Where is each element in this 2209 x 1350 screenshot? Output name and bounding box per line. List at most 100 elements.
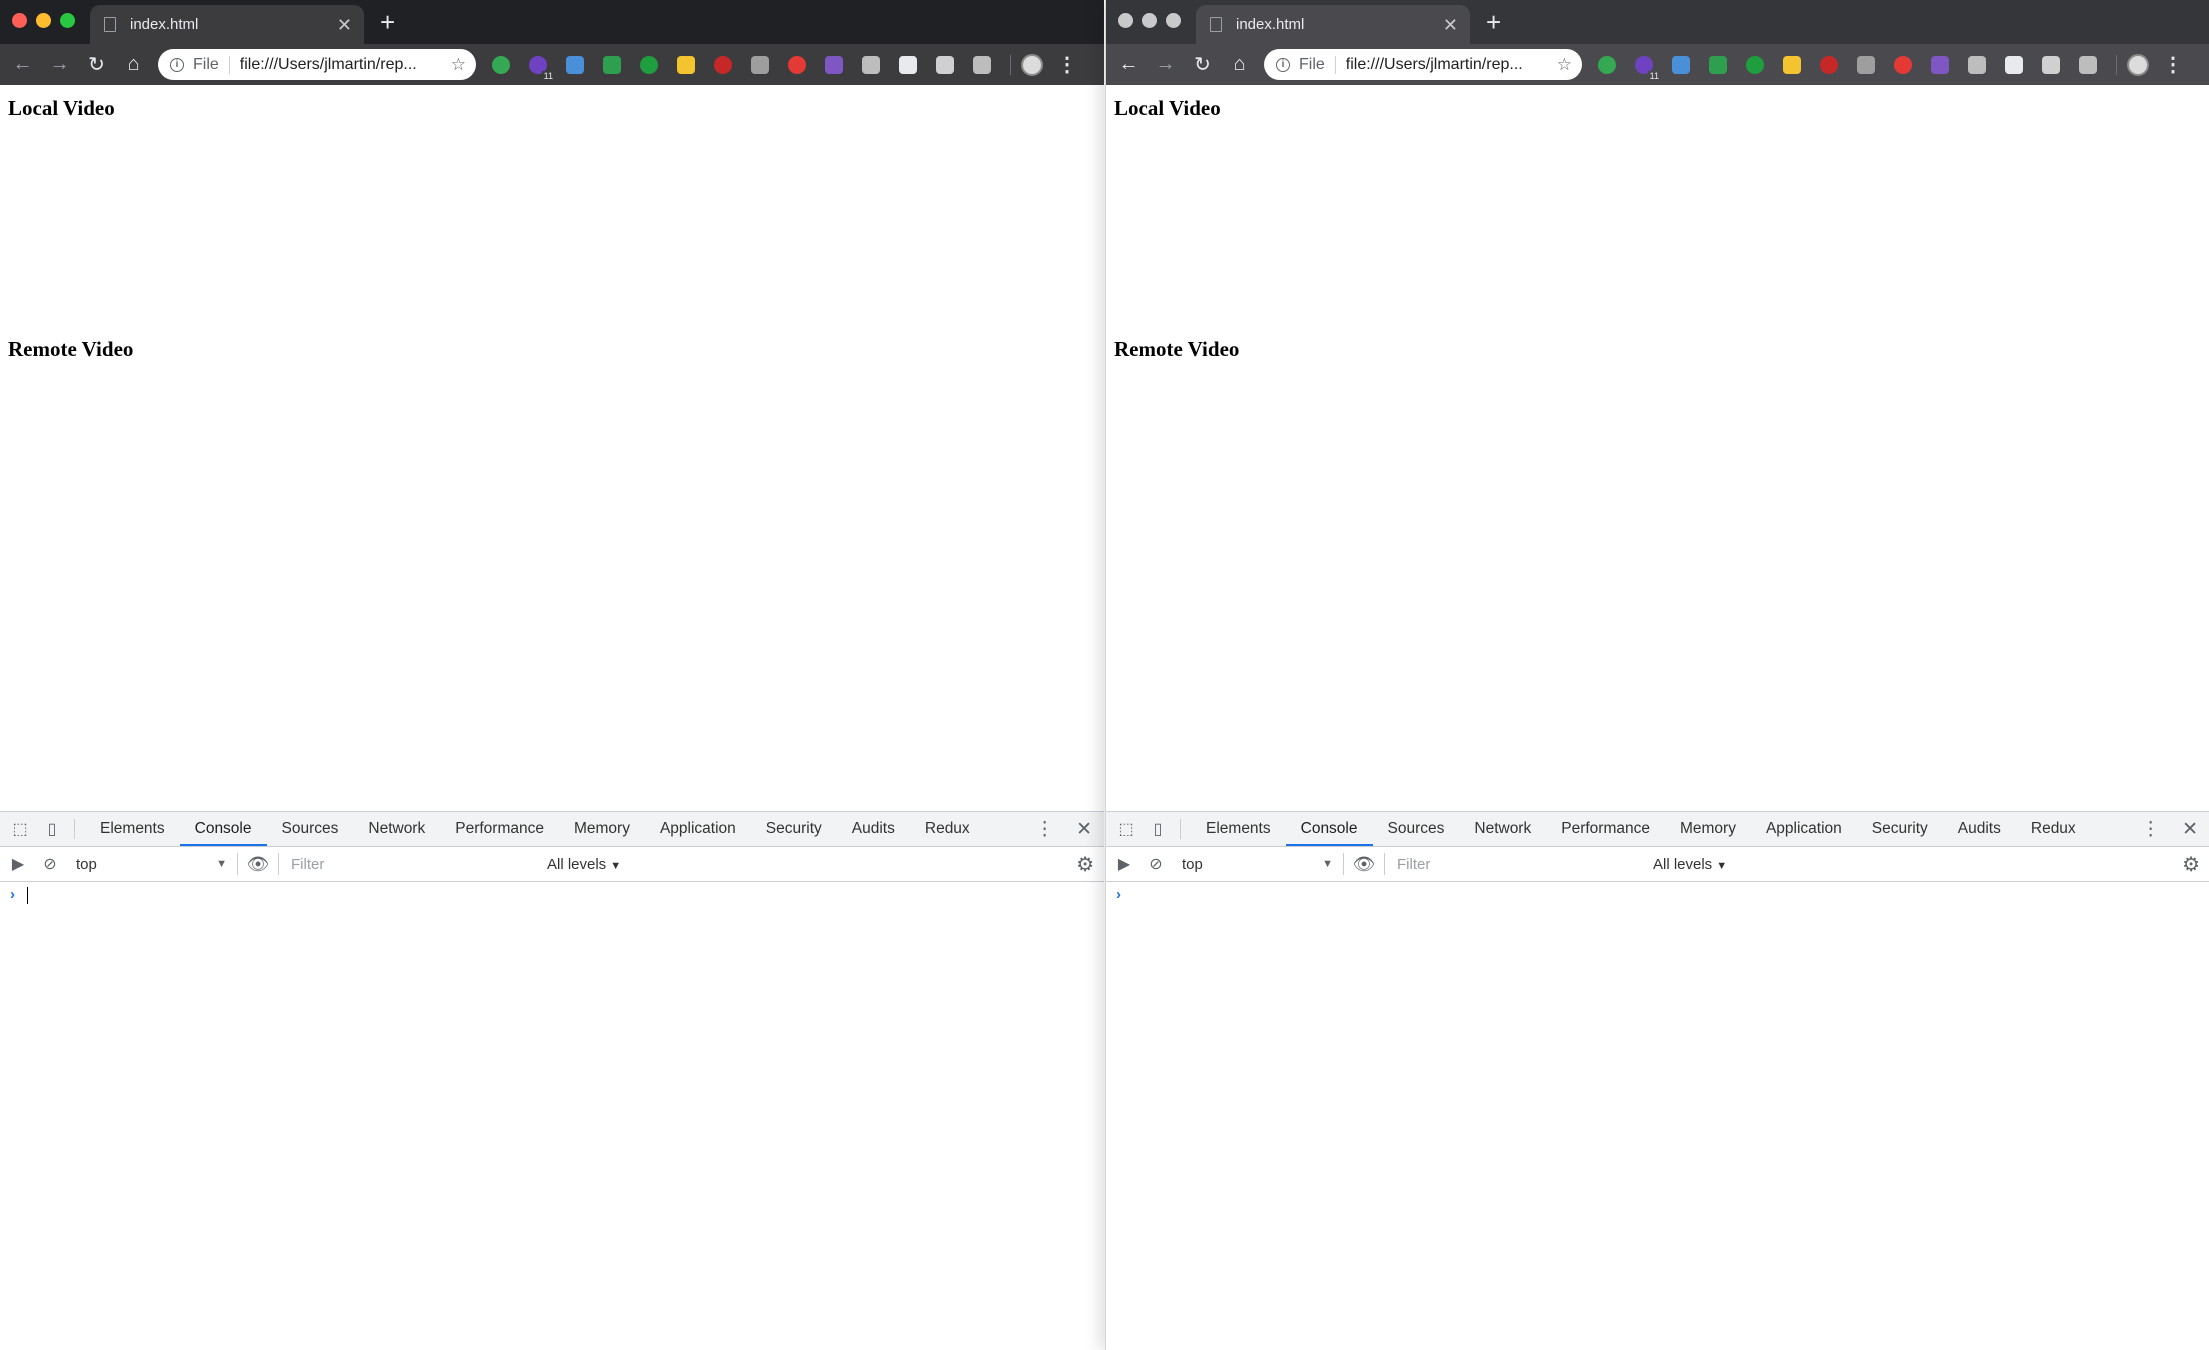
extension-icon[interactable] (603, 55, 621, 74)
close-tab-icon[interactable]: ✕ (1443, 16, 1458, 34)
close-window-button[interactable] (12, 13, 27, 28)
new-tab-button[interactable]: + (1486, 9, 1501, 35)
bookmark-star-icon[interactable]: ☆ (1557, 55, 1572, 75)
extension-icon[interactable] (862, 55, 880, 74)
devtools-tab-console[interactable]: Console (179, 812, 267, 846)
extension-icon[interactable] (1820, 55, 1838, 74)
devtools-tab-performance[interactable]: Performance (1546, 812, 1665, 846)
minimize-window-button[interactable] (36, 13, 51, 28)
devtools-tab-memory[interactable]: Memory (1665, 812, 1751, 846)
extension-icon[interactable] (899, 55, 917, 74)
device-toolbar-icon[interactable]: ▯ (36, 819, 68, 839)
reload-icon[interactable]: ↻ (78, 52, 115, 77)
extension-icon[interactable] (1894, 55, 1912, 74)
devtools-menu-icon[interactable]: ⋮ (2141, 818, 2160, 841)
devtools-menu-icon[interactable]: ⋮ (1035, 818, 1054, 841)
devtools-tab-redux[interactable]: Redux (910, 812, 985, 846)
back-arrow-icon[interactable]: ← (4, 53, 41, 76)
devtools-tab-network[interactable]: Network (353, 812, 440, 846)
sidebar-toggle-icon[interactable]: ▶ (2, 854, 34, 874)
url-text[interactable]: file:///Users/jlmartin/rep... (1346, 56, 1557, 74)
devtools-tab-application[interactable]: Application (645, 812, 751, 846)
extension-icon[interactable] (640, 55, 658, 74)
extension-icon[interactable] (1746, 55, 1764, 74)
extension-icon[interactable] (1672, 55, 1690, 74)
devtools-tab-sources[interactable]: Sources (1373, 812, 1460, 846)
live-expression-eye-icon[interactable]: 👁 (1344, 853, 1385, 875)
sidebar-toggle-icon[interactable]: ▶ (1108, 854, 1140, 874)
inspect-element-icon[interactable]: ⬚ (1110, 819, 1142, 839)
maximize-window-button[interactable] (1166, 13, 1181, 28)
devtools-tab-performance[interactable]: Performance (440, 812, 559, 846)
extension-icon[interactable] (973, 55, 991, 74)
devtools-tab-console[interactable]: Console (1285, 812, 1373, 846)
devtools-tab-sources[interactable]: Sources (267, 812, 354, 846)
extension-icon[interactable] (1968, 55, 1986, 74)
forward-arrow-icon[interactable]: → (1147, 53, 1184, 76)
devtools-tab-memory[interactable]: Memory (559, 812, 645, 846)
inspect-element-icon[interactable]: ⬚ (4, 819, 36, 839)
maximize-window-button[interactable] (60, 13, 75, 28)
extension-icon[interactable] (1783, 55, 1801, 74)
minimize-window-button[interactable] (1142, 13, 1157, 28)
profile-avatar[interactable] (2127, 53, 2149, 76)
devtools-tab-audits[interactable]: Audits (1943, 812, 2016, 846)
extension-icon[interactable] (751, 55, 769, 74)
devtools-tab-redux[interactable]: Redux (2016, 812, 2091, 846)
console-input-area[interactable]: › (0, 882, 1104, 1342)
new-tab-button[interactable]: + (380, 9, 395, 35)
close-devtools-icon[interactable]: ✕ (1076, 818, 1092, 841)
extension-icon[interactable]: 11 (529, 55, 555, 81)
home-icon[interactable]: ⌂ (115, 53, 152, 76)
extension-icon[interactable] (788, 55, 806, 74)
log-levels-dropdown[interactable]: All levels ▼ (1653, 856, 1727, 873)
clear-console-icon[interactable]: ⊘ (1140, 854, 1172, 874)
profile-avatar[interactable] (1021, 53, 1043, 76)
extension-icon[interactable] (2079, 55, 2097, 74)
devtools-tab-application[interactable]: Application (1751, 812, 1857, 846)
forward-arrow-icon[interactable]: → (41, 53, 78, 76)
extension-icon[interactable] (1709, 55, 1727, 74)
log-levels-dropdown[interactable]: All levels ▼ (547, 856, 621, 873)
devtools-tab-network[interactable]: Network (1459, 812, 1546, 846)
browser-tab[interactable]: index.html ✕ (90, 5, 364, 44)
context-select[interactable]: top ▼ (66, 853, 238, 875)
address-bar[interactable]: i File file:///Users/jlmartin/rep... ☆ (158, 49, 476, 80)
browser-tab[interactable]: index.html ✕ (1196, 5, 1470, 44)
extension-icon[interactable] (714, 55, 732, 74)
close-window-button[interactable] (1118, 13, 1133, 28)
address-bar[interactable]: i File file:///Users/jlmartin/rep... ☆ (1264, 49, 1582, 80)
context-select[interactable]: top ▼ (1172, 853, 1344, 875)
devtools-tab-elements[interactable]: Elements (1191, 812, 1286, 846)
console-settings-gear-icon[interactable]: ⚙ (1076, 852, 1094, 877)
live-expression-eye-icon[interactable]: 👁 (238, 853, 279, 875)
menu-kebab-icon[interactable]: ⋮ (2163, 52, 2183, 77)
extension-icon[interactable] (566, 55, 584, 74)
devtools-tab-elements[interactable]: Elements (85, 812, 180, 846)
extension-icon[interactable] (936, 55, 954, 74)
console-filter-input[interactable] (1393, 853, 1647, 875)
console-settings-gear-icon[interactable]: ⚙ (2182, 852, 2200, 877)
extension-icon[interactable] (1931, 55, 1949, 74)
extension-icon[interactable] (1857, 55, 1875, 74)
menu-kebab-icon[interactable]: ⋮ (1057, 52, 1077, 77)
clear-console-icon[interactable]: ⊘ (34, 854, 66, 874)
extension-icon[interactable]: 11 (1635, 55, 1661, 81)
extension-icon[interactable] (825, 55, 843, 74)
close-devtools-icon[interactable]: ✕ (2182, 818, 2198, 841)
devtools-tab-security[interactable]: Security (751, 812, 837, 846)
console-input-area[interactable]: › (1106, 882, 2209, 1342)
url-text[interactable]: file:///Users/jlmartin/rep... (240, 56, 451, 74)
extension-icon[interactable] (492, 55, 510, 74)
extension-icon[interactable] (677, 55, 695, 74)
close-tab-icon[interactable]: ✕ (337, 16, 352, 34)
info-icon[interactable]: i (170, 57, 184, 72)
extension-icon[interactable] (2042, 55, 2060, 74)
devtools-tab-audits[interactable]: Audits (837, 812, 910, 846)
extension-icon[interactable] (2005, 55, 2023, 74)
bookmark-star-icon[interactable]: ☆ (451, 55, 466, 75)
home-icon[interactable]: ⌂ (1221, 53, 1258, 76)
back-arrow-icon[interactable]: ← (1110, 53, 1147, 76)
devtools-tab-security[interactable]: Security (1857, 812, 1943, 846)
device-toolbar-icon[interactable]: ▯ (1142, 819, 1174, 839)
